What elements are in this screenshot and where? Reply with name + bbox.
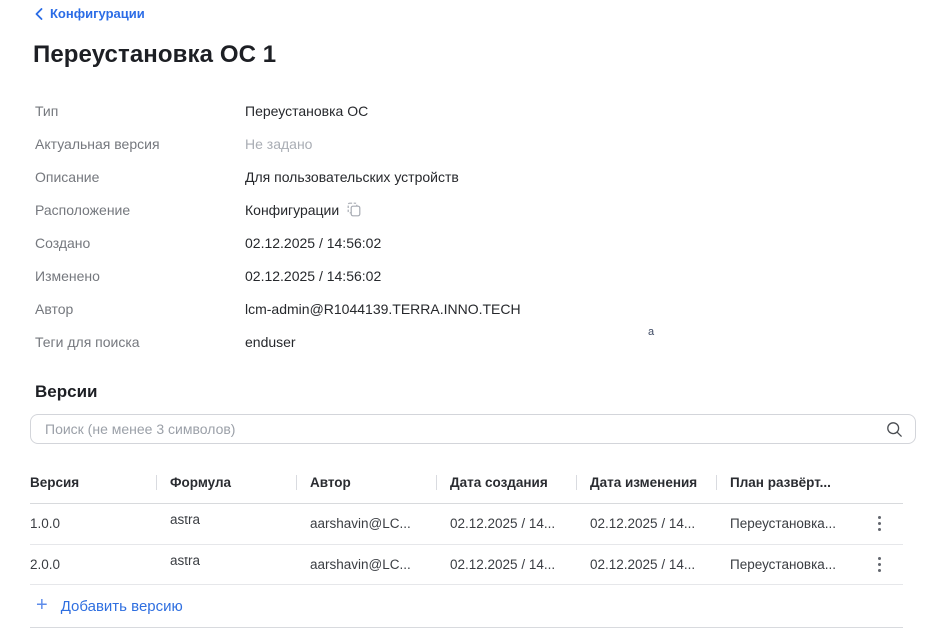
cell-author: aarshavin@LC... (296, 557, 436, 572)
property-row-tags: Теги для поиска enduser (35, 325, 655, 358)
property-value: 02.12.2025 / 14:56:02 (245, 268, 381, 284)
copy-path-button[interactable] (347, 202, 361, 217)
cell-formula: astra (170, 516, 200, 527)
column-header-author: Автор (296, 475, 436, 490)
versions-search-input[interactable] (31, 415, 886, 443)
property-label: Автор (35, 301, 245, 317)
versions-table-header: Версия Формула Автор Дата создания Дата … (30, 462, 903, 504)
cell-modified: 02.12.2025 / 14... (576, 516, 716, 531)
property-value: Не задано (245, 136, 312, 152)
property-value: 02.12.2025 / 14:56:02 (245, 235, 381, 251)
property-value: lcm-admin@R1044139.TERRA.INNO.TECH (245, 301, 521, 317)
cell-version: 1.0.0 (30, 516, 156, 531)
table-row[interactable]: 2.0.0 astra aarshavin@LC... 02.12.2025 /… (30, 545, 903, 586)
property-value: Для пользовательских устройств (245, 169, 459, 185)
property-value: Переустановка ОС (245, 103, 368, 119)
stray-text-artifact: a (648, 326, 654, 338)
property-label: Расположение (35, 202, 245, 218)
cell-created: 02.12.2025 / 14... (436, 516, 576, 531)
column-header-created: Дата создания (436, 475, 576, 490)
property-row-description: Описание Для пользовательских устройств (35, 160, 655, 193)
versions-table: Версия Формула Автор Дата создания Дата … (30, 462, 903, 628)
configuration-detail-page: Конфигурации Переустановка ОС 1 Тип Пере… (0, 0, 939, 644)
cell-deploy-plan: Переустановка... (716, 516, 856, 531)
property-label: Создано (35, 235, 245, 251)
property-row-location: Расположение Конфигурации (35, 193, 655, 226)
property-label: Тип (35, 103, 245, 119)
search-icon[interactable] (886, 421, 903, 438)
cell-formula: astra (170, 557, 200, 568)
copy-icon (347, 202, 361, 217)
property-label: Актуальная версия (35, 136, 245, 152)
property-label: Изменено (35, 268, 245, 284)
column-header-deploy-plan: План развёрт... (716, 475, 856, 490)
property-row-actual-version: Актуальная версия Не задано (35, 127, 655, 160)
breadcrumb-label: Конфигурации (50, 6, 145, 21)
breadcrumb-back-link[interactable]: Конфигурации (35, 6, 145, 21)
property-row-created: Создано 02.12.2025 / 14:56:02 (35, 226, 655, 259)
property-row-modified: Изменено 02.12.2025 / 14:56:02 (35, 259, 655, 292)
property-value: enduser (245, 334, 296, 350)
table-row[interactable]: 1.0.0 astra aarshavin@LC... 02.12.2025 /… (30, 504, 903, 545)
property-row-type: Тип Переустановка ОС (35, 94, 655, 127)
property-label: Описание (35, 169, 245, 185)
column-header-formula: Формула (156, 475, 296, 490)
location-value: Конфигурации (245, 202, 339, 218)
properties-list: Тип Переустановка ОС Актуальная версия Н… (35, 94, 655, 358)
add-version-label: Добавить версию (61, 598, 183, 615)
column-header-modified: Дата изменения (576, 475, 716, 490)
cell-created: 02.12.2025 / 14... (436, 557, 576, 572)
page-title: Переустановка ОС 1 (33, 41, 276, 69)
cell-version: 2.0.0 (30, 557, 156, 572)
cell-modified: 02.12.2025 / 14... (576, 557, 716, 572)
plus-icon: + (36, 595, 48, 615)
chevron-left-icon (35, 8, 43, 20)
add-version-button[interactable]: + Добавить версию (30, 585, 903, 628)
versions-search (30, 414, 916, 444)
row-actions-kebab-menu-icon[interactable] (872, 553, 887, 576)
row-actions-kebab-menu-icon[interactable] (872, 512, 887, 535)
property-row-author: Автор lcm-admin@R1044139.TERRA.INNO.TECH (35, 292, 655, 325)
versions-section-heading: Версии (35, 382, 97, 402)
property-label: Теги для поиска (35, 334, 245, 350)
cell-author: aarshavin@LC... (296, 516, 436, 531)
column-header-version: Версия (30, 475, 156, 490)
cell-deploy-plan: Переустановка... (716, 557, 856, 572)
property-value: Конфигурации (245, 202, 361, 218)
